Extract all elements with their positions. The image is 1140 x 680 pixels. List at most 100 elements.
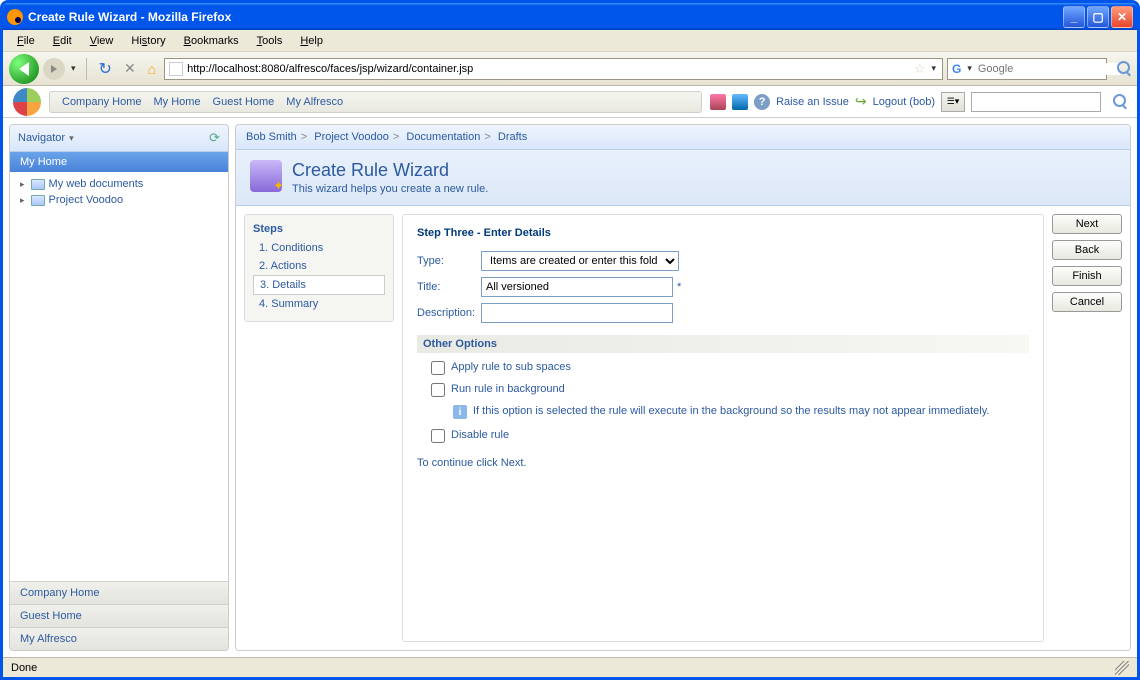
- tree-item-label: Project Voodoo: [49, 194, 124, 206]
- form-panel: Step Three - Enter Details Type: Items a…: [402, 214, 1044, 642]
- search-go-icon[interactable]: [1115, 61, 1131, 77]
- step-heading: Step Three - Enter Details: [417, 227, 1029, 239]
- tree-item-web-docs[interactable]: My web documents: [16, 176, 222, 192]
- url-input[interactable]: [187, 63, 910, 75]
- crumb-2[interactable]: Documentation: [406, 131, 480, 143]
- forward-button[interactable]: [43, 58, 65, 80]
- nav-my-alfresco[interactable]: My Alfresco: [282, 96, 347, 108]
- wizard-title: Create Rule Wizard: [292, 160, 488, 181]
- other-options-header: Other Options: [417, 335, 1029, 353]
- quicklink-my-alfresco[interactable]: My Alfresco: [10, 627, 228, 650]
- sidebar-active-space[interactable]: My Home: [10, 152, 228, 172]
- cancel-button[interactable]: Cancel: [1052, 292, 1122, 312]
- wizard-desc: This wizard helps you create a new rule.: [292, 183, 488, 195]
- menu-edit[interactable]: Edit: [45, 33, 80, 49]
- user-icon[interactable]: [710, 94, 726, 110]
- menu-help[interactable]: Help: [292, 33, 331, 49]
- browser-search-input[interactable]: [978, 63, 1120, 75]
- run-background-label: Run rule in background: [451, 383, 565, 395]
- breadcrumb: Bob Smith> Project Voodoo> Documentation…: [236, 125, 1130, 150]
- page-icon: [169, 62, 183, 76]
- crumb-0[interactable]: Bob Smith: [246, 131, 297, 143]
- logout-link[interactable]: Logout (bob): [873, 96, 935, 108]
- wizard-buttons: Next Back Finish Cancel: [1052, 214, 1122, 642]
- quicklink-company-home[interactable]: Company Home: [10, 581, 228, 604]
- nav-guest-home[interactable]: Guest Home: [209, 96, 279, 108]
- alfresco-topbar: Company Home My Home Guest Home My Alfre…: [3, 86, 1137, 118]
- google-icon: G: [952, 61, 961, 77]
- crumb-3[interactable]: Drafts: [498, 131, 527, 143]
- required-marker: *: [677, 281, 681, 293]
- apply-sub-checkbox[interactable]: [431, 361, 445, 375]
- wizard-header: Create Rule Wizard This wizard helps you…: [236, 150, 1130, 206]
- info-icon: i: [453, 405, 467, 419]
- nav-toolbar: ▾ ↻ ✕ ⌂ ☆ ▾ G ▾: [3, 52, 1137, 86]
- nav-company-home[interactable]: Company Home: [58, 96, 145, 108]
- run-background-checkbox[interactable]: [431, 383, 445, 397]
- navigator-label: Navigator: [18, 132, 65, 144]
- title-input[interactable]: [481, 277, 673, 297]
- options-button[interactable]: ☰▾: [941, 92, 965, 112]
- sidebar: Navigator ▾ ⟳ My Home My web documents P…: [9, 124, 229, 651]
- global-nav: Company Home My Home Guest Home My Alfre…: [49, 91, 702, 113]
- menubar: File Edit View History Bookmarks Tools H…: [3, 30, 1137, 52]
- nav-my-home[interactable]: My Home: [149, 96, 204, 108]
- search-engine-dropdown[interactable]: ▾: [965, 63, 974, 74]
- url-dropdown[interactable]: ▾: [929, 63, 938, 74]
- back-button[interactable]: Back: [1052, 240, 1122, 260]
- steps-panel: Steps 1. Conditions 2. Actions 3. Detail…: [244, 214, 394, 322]
- quicklink-guest-home[interactable]: Guest Home: [10, 604, 228, 627]
- menu-history[interactable]: History: [123, 33, 173, 49]
- history-dropdown[interactable]: ▾: [69, 63, 78, 74]
- home-button[interactable]: ⌂: [144, 61, 160, 77]
- crumb-1[interactable]: Project Voodoo: [314, 131, 389, 143]
- finish-button[interactable]: Finish: [1052, 266, 1122, 286]
- navigator-dropdown-icon[interactable]: ▾: [69, 133, 74, 144]
- browser-search[interactable]: G ▾: [947, 58, 1107, 80]
- window-title: Create Rule Wizard - Mozilla Firefox: [28, 10, 1063, 24]
- step-actions[interactable]: 2. Actions: [253, 257, 385, 275]
- menu-view[interactable]: View: [82, 33, 122, 49]
- main-panel: Bob Smith> Project Voodoo> Documentation…: [235, 124, 1131, 651]
- type-label: Type:: [417, 255, 481, 267]
- alfresco-search-button[interactable]: [1111, 94, 1127, 110]
- close-button[interactable]: ✕: [1111, 6, 1133, 28]
- maximize-button[interactable]: ▢: [1087, 6, 1109, 28]
- next-button[interactable]: Next: [1052, 214, 1122, 234]
- back-button[interactable]: [9, 54, 39, 84]
- bookmark-star-icon[interactable]: ☆: [914, 61, 926, 77]
- description-input[interactable]: [481, 303, 673, 323]
- sidebar-quicklinks: Company Home Guest Home My Alfresco: [10, 581, 228, 650]
- resize-grip[interactable]: [1115, 661, 1129, 675]
- statusbar: Done: [3, 657, 1137, 677]
- space-icon: [31, 195, 45, 206]
- menu-file[interactable]: File: [9, 33, 43, 49]
- space-icon: [31, 179, 45, 190]
- raise-issue-link[interactable]: Raise an Issue: [776, 96, 849, 108]
- stop-button[interactable]: ✕: [120, 60, 140, 77]
- sidebar-tree: My web documents Project Voodoo: [10, 172, 228, 581]
- alfresco-logo: [13, 88, 41, 116]
- logout-icon: ↪: [855, 93, 867, 110]
- wizard-icon: [250, 160, 282, 192]
- menu-tools[interactable]: Tools: [249, 33, 291, 49]
- refresh-icon[interactable]: ⟳: [209, 130, 220, 146]
- steps-title: Steps: [253, 223, 385, 235]
- navigator-header[interactable]: Navigator ▾ ⟳: [10, 125, 228, 152]
- alfresco-search-input[interactable]: [971, 92, 1101, 112]
- firefox-icon: [7, 9, 23, 25]
- disable-rule-checkbox[interactable]: [431, 429, 445, 443]
- type-select[interactable]: Items are created or enter this folder: [481, 251, 679, 271]
- reload-button[interactable]: ↻: [95, 59, 116, 79]
- network-icon[interactable]: [732, 94, 748, 110]
- step-conditions[interactable]: 1. Conditions: [253, 239, 385, 257]
- url-bar[interactable]: ☆ ▾: [164, 58, 943, 80]
- minimize-button[interactable]: _: [1063, 6, 1085, 28]
- help-icon[interactable]: ?: [754, 94, 770, 110]
- menu-bookmarks[interactable]: Bookmarks: [176, 33, 247, 49]
- continue-text: To continue click Next.: [417, 457, 1029, 469]
- step-details[interactable]: 3. Details: [253, 275, 385, 295]
- titlebar: Create Rule Wizard - Mozilla Firefox _ ▢…: [3, 3, 1137, 30]
- tree-item-project-voodoo[interactable]: Project Voodoo: [16, 192, 222, 208]
- step-summary[interactable]: 4. Summary: [253, 295, 385, 313]
